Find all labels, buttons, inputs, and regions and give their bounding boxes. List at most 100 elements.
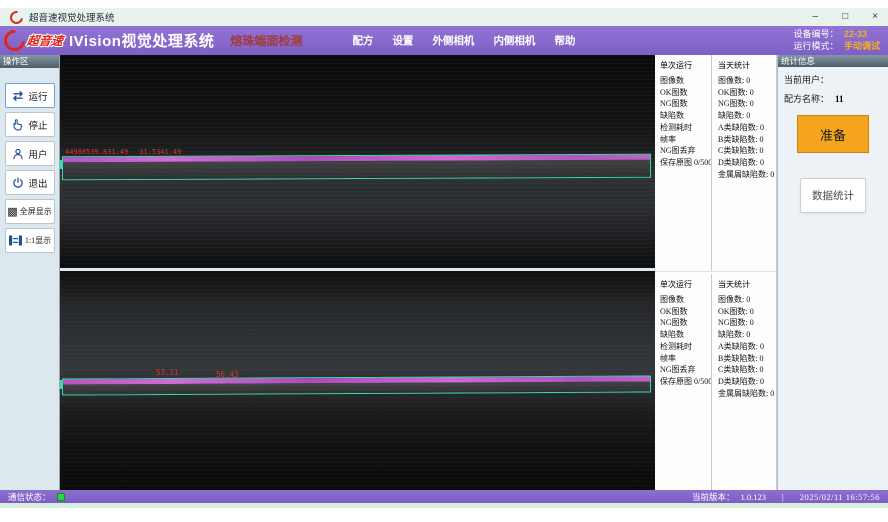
stat-row: C类缺陷数: 0 [718,145,776,157]
current-user-label: 当前用户： [784,75,829,85]
brand-swirl-icon [0,26,29,56]
fullscreen-icon: ▩ [7,206,17,217]
stat-row: B类缺陷数: 0 [718,353,776,365]
device-id-label: 设备编号： [793,29,838,39]
one-to-one-button-label: 1:1显示 [25,235,51,246]
page-subtitle: 熔珠端面检测 [230,32,302,49]
comm-status-indicator [57,493,65,501]
stat-row: 金属屑缺陷数: 0 [718,388,776,400]
stat-row: D类缺陷数: 0 [718,376,776,388]
run-mode-value: 手动调试 [844,41,880,51]
stat-row: OK图数: 0 [718,87,776,99]
main-content: 操作区 运行 停止 用户 [0,55,888,490]
menu-item-recipe[interactable]: 配方 [352,33,373,48]
exit-button-label: 退出 [28,176,47,190]
weld-strip-fill [63,160,650,180]
stat-row: 帧率 [660,134,711,146]
stat-row: C类缺陷数: 0 [718,364,776,376]
menu-item-inner-camera[interactable]: 内侧相机 [493,33,535,48]
single-run-column: 单次运行 图像数 OK图数 NG图数 缺陷数 检测耗时 帧率 NG图丢弃 保存原… [655,274,711,490]
window-title: 超音速视觉处理系统 [29,10,115,24]
statistics-panel: 单次运行 图像数 OK图数 NG图数 缺陷数 检测耗时 帧率 NG图丢弃 保存原… [655,55,777,490]
window-titlebar: 超音速视觉处理系统 – □ × [0,8,888,26]
operation-sidebar: 操作区 运行 停止 用户 [0,55,60,490]
stat-row: D类缺陷数: 0 [718,157,776,169]
user-icon [11,147,25,161]
close-button[interactable]: × [872,8,878,26]
run-button-label: 运行 [28,89,47,103]
stat-row: 缺陷数: 0 [718,329,776,341]
app-logo-icon [7,8,25,26]
stat-row: NG图数 [660,317,711,329]
stat-row: NG图数: 0 [718,317,776,329]
recipe-name-label: 配方名称： [784,94,829,104]
fullscreen-button[interactable]: ▩ 全屏显示 [5,199,55,224]
hand-icon [11,118,25,132]
stat-row: 图像数 [660,294,711,306]
single-run-header: 单次运行 [660,279,711,291]
daily-stats-column: 当天统计 图像数: 0 OK图数: 0 NG图数: 0 缺陷数: 0 A类缺陷数… [711,55,776,271]
status-bar-right: 当前版本： 1.0.123 | 2025/02/11 16:57:56 [692,491,880,503]
menu-item-settings[interactable]: 设置 [392,33,413,48]
camera-view-top: 44988539.831.49 31.5341.49 [60,55,655,268]
status-separator: | [782,492,784,502]
app-header: 超音速 IVision视觉处理系统 熔珠端面检测 配方 设置 外侧相机 内侧相机… [0,26,888,55]
stat-row: 缺陷数: 0 [718,110,776,122]
stat-row: NG图数: 0 [718,98,776,110]
stats-section-bottom: 单次运行 图像数 OK图数 NG图数 缺陷数 检测耗时 帧率 NG图丢弃 保存原… [655,271,776,490]
user-button-label: 用户 [28,147,47,161]
stop-button[interactable]: 停止 [5,112,55,137]
info-panel: 统计信息 当前用户： 配方名称： 11 准备 数据统计 [777,55,888,490]
camera-viewport: 44988539.831.49 31.5341.49 53.11 56.43 [60,55,655,490]
comm-status-label: 通信状态： [8,491,51,503]
application-window: 超音速视觉处理系统 – □ × 超音速 IVision视觉处理系统 熔珠端面检测… [0,0,888,522]
data-statistics-button[interactable]: 数据统计 [800,178,866,213]
run-mode-label: 运行模式： [793,41,838,51]
menu-item-outer-camera[interactable]: 外侧相机 [432,33,474,48]
stat-row: OK图数: 0 [718,306,776,318]
single-run-header: 单次运行 [660,60,711,72]
measure-value-right: 31.5341.49 [139,148,181,156]
brand-text: 超音速 [26,32,64,49]
one-to-one-button[interactable]: 1:1显示 [5,228,55,253]
stat-row: 图像数: 0 [718,75,776,87]
one-to-one-icon [8,234,23,247]
menu-item-help[interactable]: 帮助 [554,33,575,48]
minimize-button[interactable]: – [813,8,819,26]
measure-value-left: 53.11 [156,368,179,377]
measure-value-left: 44988539.831.49 [65,148,128,156]
sidebar-title: 操作区 [0,55,59,68]
stat-row: 缺陷数 [660,110,711,122]
status-bar: 通信状态： 当前版本： 1.0.123 | 2025/02/11 16:57:5… [0,490,888,503]
bottom-strip [0,503,888,508]
info-panel-title: 统计信息 [778,55,888,67]
prepare-button[interactable]: 准备 [797,115,869,153]
user-button[interactable]: 用户 [5,141,55,166]
stat-row: NG图丢弃 [660,364,711,376]
exit-button[interactable]: 退出 [5,170,55,195]
stat-row: OK图数 [660,306,711,318]
menu-bar: 配方 设置 外侧相机 内侧相机 帮助 [352,33,575,48]
measure-value-right: 56.43 [216,370,239,379]
daily-stats-header: 当天统计 [718,279,776,291]
weld-strip-fill [63,381,650,394]
stat-row: OK图数 [660,87,711,99]
device-id-value: 22-33 [844,29,867,39]
stat-row: 检测耗时 [660,341,711,353]
stat-row: 图像数: 0 [718,294,776,306]
version-value: 1.0.123 [741,492,767,502]
power-icon [11,176,25,190]
version-label: 当前版本： [692,491,735,503]
run-button[interactable]: 运行 [5,83,55,108]
stat-row: 帧率 [660,353,711,365]
camera-view-bottom: 53.11 56.43 [60,271,655,490]
stat-row: 检测耗时 [660,122,711,134]
stat-row: NG图数 [660,98,711,110]
stat-row: A类缺陷数: 0 [718,122,776,134]
daily-stats-column: 当天统计 图像数: 0 OK图数: 0 NG图数: 0 缺陷数: 0 A类缺陷数… [711,274,776,490]
run-cycle-icon [11,89,25,103]
device-info: 设备编号： 22-33 运行模式： 手动调试 [793,29,880,52]
recipe-name-value: 11 [835,94,844,104]
datetime-value: 2025/02/11 16:57:56 [800,492,880,502]
restore-button[interactable]: □ [842,8,848,26]
